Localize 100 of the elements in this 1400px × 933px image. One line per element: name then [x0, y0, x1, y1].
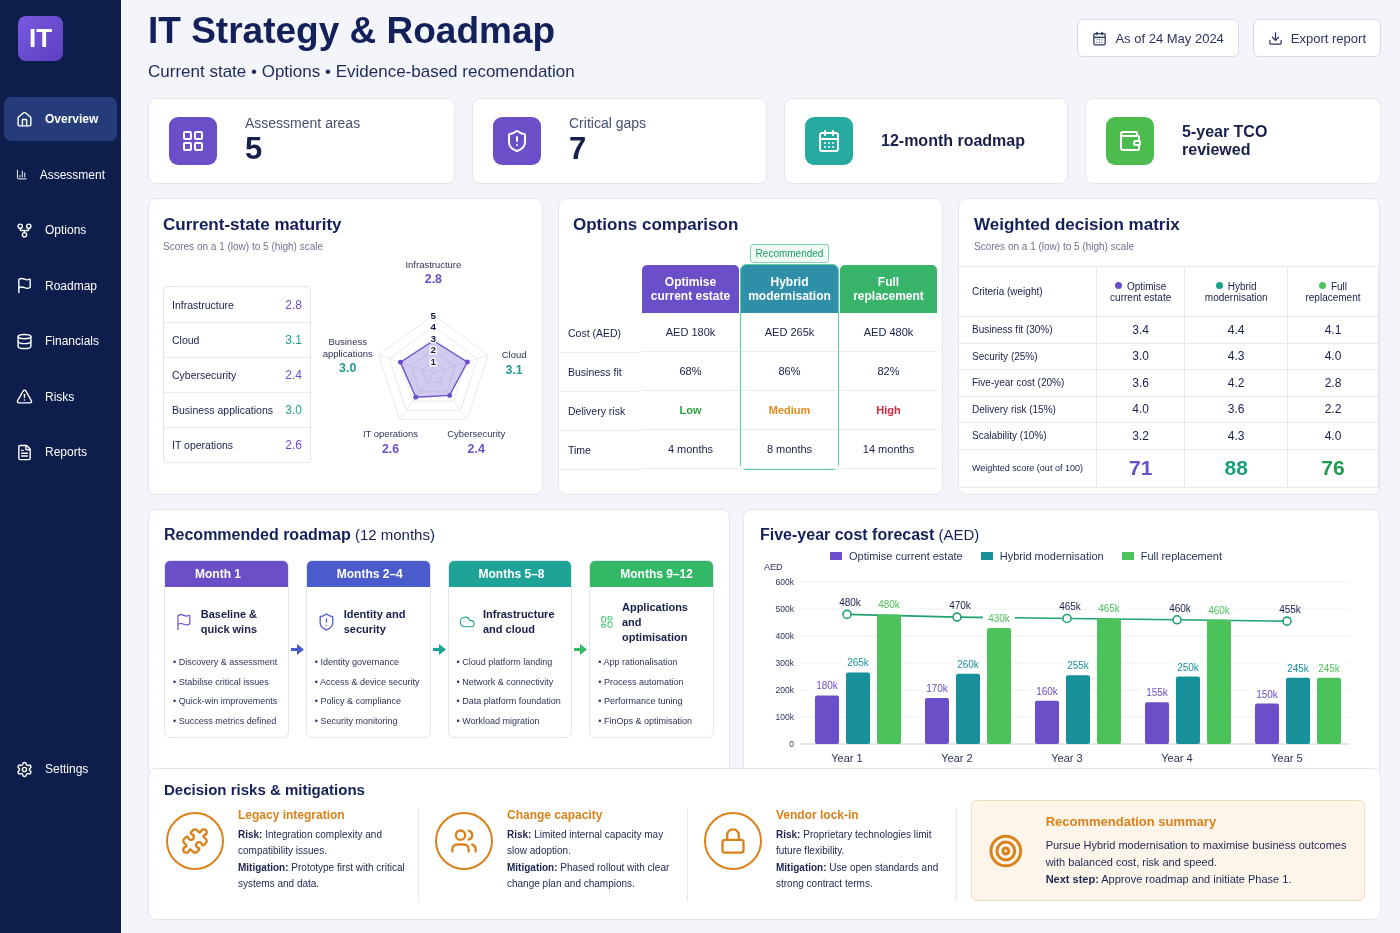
value-label: 170k — [926, 683, 948, 695]
axis-label: Business applications — [322, 336, 373, 359]
phase-task: • Success metrics defined — [173, 714, 278, 728]
people-icon — [450, 827, 478, 855]
phase-title: Applications and optimisation — [622, 599, 689, 645]
legend-swatch — [1121, 552, 1134, 560]
nav-item[interactable]: Roadmap — [4, 263, 117, 308]
scale-label: 2 — [430, 344, 437, 356]
column-header: Criteria (weight) — [959, 266, 1097, 317]
risk-text: Risk: Proprietary technologies limit future flexibility. — [776, 828, 933, 858]
nav-item[interactable]: Options — [4, 208, 117, 252]
table-cell: 4.2 — [1184, 369, 1288, 396]
phase-task: • Workload migration — [456, 714, 541, 728]
column-header: Optimise current estate — [1096, 266, 1185, 317]
value-label: 430k — [988, 612, 1010, 624]
phase-header: Months 5–8 — [448, 561, 572, 587]
phase-task: • App rationalisation — [598, 656, 679, 669]
bar — [1286, 677, 1310, 744]
calendar-icon — [817, 129, 841, 153]
scale-label: 5 — [430, 309, 437, 321]
kpi-label: 5-year TCO reviewed — [1182, 123, 1269, 159]
nav-item[interactable]: Risks — [4, 374, 117, 419]
legend-label: Optimise current estate — [849, 550, 963, 562]
kpi-label: 12-month roadmap — [881, 132, 1025, 150]
tick-label: 600k — [775, 577, 794, 587]
card-title: Options comparison — [572, 215, 740, 235]
table-cell: 3.6 — [1096, 369, 1185, 396]
value-label: 160k — [1036, 685, 1058, 697]
risk-title: Legacy integration — [238, 808, 346, 822]
next-step-text: Next step: Approve roadmap and initiate Phase 1. — [1045, 871, 1293, 887]
category-label: Year 2 — [941, 752, 973, 764]
value-label: 155k — [1146, 687, 1168, 699]
axis-label: Infrastructure — [405, 258, 462, 270]
tick-label: 100k — [775, 712, 794, 722]
category-label: Year 3 — [1051, 752, 1083, 764]
axis-value: 2.8 — [424, 272, 442, 287]
phase-header: Months 2–4 — [306, 561, 430, 587]
bar — [1255, 703, 1279, 744]
arrow-icon — [290, 642, 304, 656]
grid-icon — [181, 129, 205, 153]
category-label: Year 5 — [1271, 752, 1303, 764]
export-button[interactable]: Export report — [1252, 19, 1381, 57]
tick-label: 400k — [775, 631, 794, 641]
tick-label: 200k — [775, 685, 794, 695]
summary-title: Recommendation summary — [1045, 813, 1218, 829]
nav-item[interactable]: Overview — [4, 97, 117, 141]
value-label: 460k — [1169, 602, 1191, 614]
bar — [1145, 702, 1169, 744]
column-header: Hybrid modernisation — [1184, 266, 1288, 317]
arrow-icon — [432, 642, 446, 656]
axis-title: AED — [764, 562, 783, 572]
area-label: Cybersecurity — [172, 369, 237, 381]
table-cell: 3.6 — [1184, 396, 1288, 423]
date-button[interactable]: As of 24 May 2024 — [1077, 19, 1239, 57]
bar — [1317, 677, 1341, 744]
phase-task: • Process automation — [598, 675, 685, 689]
option-header: Full replacement — [840, 265, 937, 313]
phase-task: • Cloud platform landing — [456, 656, 554, 669]
nav-item[interactable]: Assessment — [4, 152, 117, 197]
table-cell: 3.2 — [1096, 422, 1185, 449]
area-score: 2.8 — [285, 297, 302, 312]
value-label: 465k — [1059, 601, 1081, 613]
padlock-icon — [719, 827, 747, 855]
card-title: Current-state maturity — [163, 215, 343, 235]
value-label: 245k — [1287, 662, 1309, 674]
risk-text: Risk: Limited internal capacity may slow adoption. — [507, 828, 665, 858]
category-label: Year 1 — [831, 752, 863, 764]
phase-task: • Quick-win improvements — [173, 695, 279, 708]
axis-label: IT operations — [362, 428, 419, 440]
nav-item[interactable]: Settings — [4, 747, 117, 791]
bar — [815, 695, 839, 744]
nav-item[interactable]: Reports — [4, 430, 117, 474]
phase-task: • Security monitoring — [314, 714, 399, 728]
table-cell: 4.1 — [1287, 316, 1379, 343]
area-label: IT operations — [172, 439, 234, 451]
card-subtitle: Scores on a 1 (low) to 5 (high) scale — [163, 241, 325, 252]
card-title: Decision risks & mitigations — [164, 781, 366, 798]
row-label: Security (25%) — [959, 343, 1097, 370]
table-cell: 4.3 — [1184, 422, 1288, 449]
shield-icon — [505, 129, 529, 153]
value-label: 455k — [1279, 604, 1301, 616]
area-label: Infrastructure — [172, 298, 234, 311]
table-cell: 4.4 — [1184, 316, 1288, 343]
phase-title: Infrastructure and cloud — [483, 607, 556, 637]
branch-icon — [16, 221, 33, 239]
phase-task: • Network & connectivity — [456, 675, 555, 689]
phase-task: • Data platform foundation — [456, 695, 562, 708]
category-label: Year 4 — [1161, 752, 1193, 764]
value-label: 465k — [1098, 603, 1120, 615]
phase-task: • FinOps & optimisation — [598, 714, 693, 728]
scale-label: 4 — [430, 321, 437, 333]
legend-swatch — [980, 552, 993, 560]
nav-item[interactable]: Financials — [4, 319, 117, 363]
axis-label: Cybersecurity — [447, 428, 506, 440]
bar — [1176, 676, 1200, 744]
area-score: 2.6 — [285, 438, 302, 452]
scale-label: 3 — [430, 332, 437, 344]
phase-header: Months 9–12 — [590, 561, 713, 587]
document-icon — [16, 443, 33, 461]
row-label: Business fit (30%) — [959, 316, 1097, 343]
